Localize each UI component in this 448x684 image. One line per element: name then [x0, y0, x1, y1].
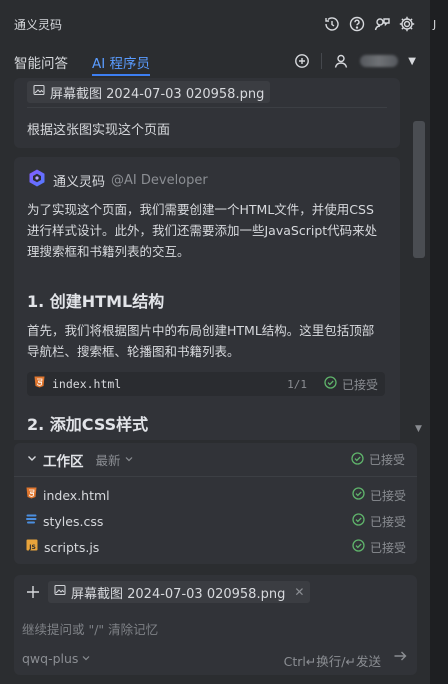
check-circle-icon [352, 513, 365, 529]
workspace-file-row[interactable]: index.html 已接受 [26, 483, 406, 507]
chat-scrollbar-thumb[interactable] [413, 121, 425, 258]
workspace-status: 已接受 [351, 451, 405, 468]
input-attachment-chip[interactable]: 屏幕截图 2024-07-03 020958.png ✕ [48, 581, 311, 603]
tongyi-logo-icon [27, 168, 47, 192]
svg-text:JS: JS [28, 544, 36, 551]
input-attachment-filename: 屏幕截图 2024-07-03 020958.png [71, 586, 286, 602]
workspace-file-status: 已接受 [352, 539, 406, 556]
html-file-icon [26, 487, 37, 503]
code-file-status-label: 已接受 [341, 377, 378, 392]
workspace-file-name: index.html [43, 487, 110, 503]
workspace-filter-dropdown[interactable]: 最新 [96, 450, 134, 469]
user-name-redacted[interactable] [360, 55, 399, 67]
workspace-file-row[interactable]: JS scripts.js 已接受 [26, 535, 406, 559]
code-file-reference[interactable]: index.html 1/1 已接受 [27, 372, 385, 396]
attachment-chip[interactable]: 屏幕截图 2024-07-03 020958.png [27, 81, 271, 103]
image-file-icon [33, 84, 45, 100]
ai-name: 通义灵码 [53, 174, 106, 190]
chat-input-box[interactable]: 屏幕截图 2024-07-03 020958.png ✕ 继续提问或 "/" 清… [14, 575, 417, 675]
workspace-title: 工作区 [43, 453, 84, 470]
feedback-icon[interactable] [373, 15, 391, 33]
html-file-icon [34, 376, 45, 392]
workspace-file-status-label: 已接受 [369, 514, 406, 529]
title-actions [323, 15, 416, 33]
tab-actions: ▼ [293, 48, 416, 74]
edge-letter: J [433, 18, 437, 31]
code-file-status: 已接受 [324, 376, 378, 393]
ai-message-header: 通义灵码 @AI Developer [27, 168, 208, 192]
editor-edge-strip: J [430, 0, 448, 684]
keyboard-hint: Ctrl↵换行/↵发送 [283, 654, 381, 669]
js-file-icon: JS [26, 539, 38, 555]
help-icon[interactable] [348, 15, 366, 33]
image-file-icon [54, 584, 66, 600]
panel-title: 通义灵码 [14, 17, 63, 32]
ai-message-card: 通义灵码 @AI Developer 为了实现这个页面，我们需要创建一个HTML… [14, 157, 400, 440]
send-arrow-icon[interactable] [393, 649, 407, 667]
workspace-status-label: 已接受 [368, 453, 405, 467]
workspace-panel: 工作区 最新 已接受 index.html 已接受 styles.css 已接受… [14, 443, 417, 564]
add-context-plus-icon[interactable] [22, 581, 44, 603]
workspace-header: 工作区 最新 已接受 [14, 443, 417, 477]
check-circle-icon [324, 376, 337, 392]
title-bar: 通义灵码 [0, 0, 430, 48]
scroll-down-arrow-icon[interactable]: ▼ [415, 424, 422, 434]
model-selector[interactable]: qwq-plus [22, 651, 91, 666]
message-divider [27, 107, 387, 108]
user-message-text: 根据这张图实现这个页面 [27, 123, 171, 138]
ai-heading-2: 2. 添加CSS样式 [27, 415, 149, 434]
model-name: qwq-plus [22, 651, 79, 666]
chat-input-placeholder[interactable]: 继续提问或 "/" 清除记忆 [22, 619, 158, 638]
code-file-name: index.html [52, 377, 122, 391]
tab-divider [321, 53, 323, 69]
collapse-chevron-icon[interactable] [26, 452, 38, 468]
tab-ai-programmer[interactable]: AI 程序员 [92, 48, 151, 76]
css-file-icon [26, 513, 37, 529]
workspace-file-status: 已接受 [352, 487, 406, 504]
tab-smart-qa[interactable]: 智能问答 [14, 48, 68, 76]
workspace-file-row[interactable]: styles.css 已接受 [26, 509, 406, 533]
account-dropdown-icon[interactable]: ▼ [408, 56, 416, 67]
check-circle-icon [352, 487, 365, 503]
workspace-file-name: scripts.js [44, 539, 100, 555]
check-circle-icon [351, 451, 364, 468]
user-message-card: 屏幕截图 2024-07-03 020958.png 根据这张图实现这个页面 [14, 78, 400, 148]
chevron-down-icon [81, 651, 91, 666]
ai-intro-paragraph: 为了实现这个页面，我们需要创建一个HTML文件，并使用CSS进行样式设计。此外，… [27, 202, 378, 259]
mode-tabs: 智能问答 AI 程序员 ▼ [0, 48, 430, 76]
workspace-filter-label: 最新 [95, 453, 121, 468]
history-icon[interactable] [323, 15, 341, 33]
settings-gear-icon[interactable] [398, 15, 416, 33]
chevron-down-icon [124, 452, 134, 467]
check-circle-icon [352, 539, 365, 555]
ai-heading-1: 1. 创建HTML结构 [27, 292, 165, 311]
remove-attachment-close-icon[interactable]: ✕ [294, 585, 304, 599]
user-icon[interactable] [332, 52, 350, 70]
new-chat-plus-icon[interactable] [293, 52, 311, 70]
chat-history: 屏幕截图 2024-07-03 020958.png 根据这张图实现这个页面 通… [14, 78, 400, 440]
ai-paragraph-1: 首先，我们将根据图片中的布局创建HTML结构。这里包括顶部导航栏、搜索框、轮播图… [27, 323, 375, 359]
workspace-file-status-label: 已接受 [369, 488, 406, 503]
attachment-filename: 屏幕截图 2024-07-03 020958.png [50, 86, 265, 102]
workspace-file-status: 已接受 [352, 513, 406, 530]
workspace-file-status-label: 已接受 [369, 540, 406, 555]
ai-handle: @AI Developer [111, 172, 208, 188]
workspace-file-name: styles.css [43, 513, 104, 529]
code-file-count: 1/1 [287, 377, 307, 391]
